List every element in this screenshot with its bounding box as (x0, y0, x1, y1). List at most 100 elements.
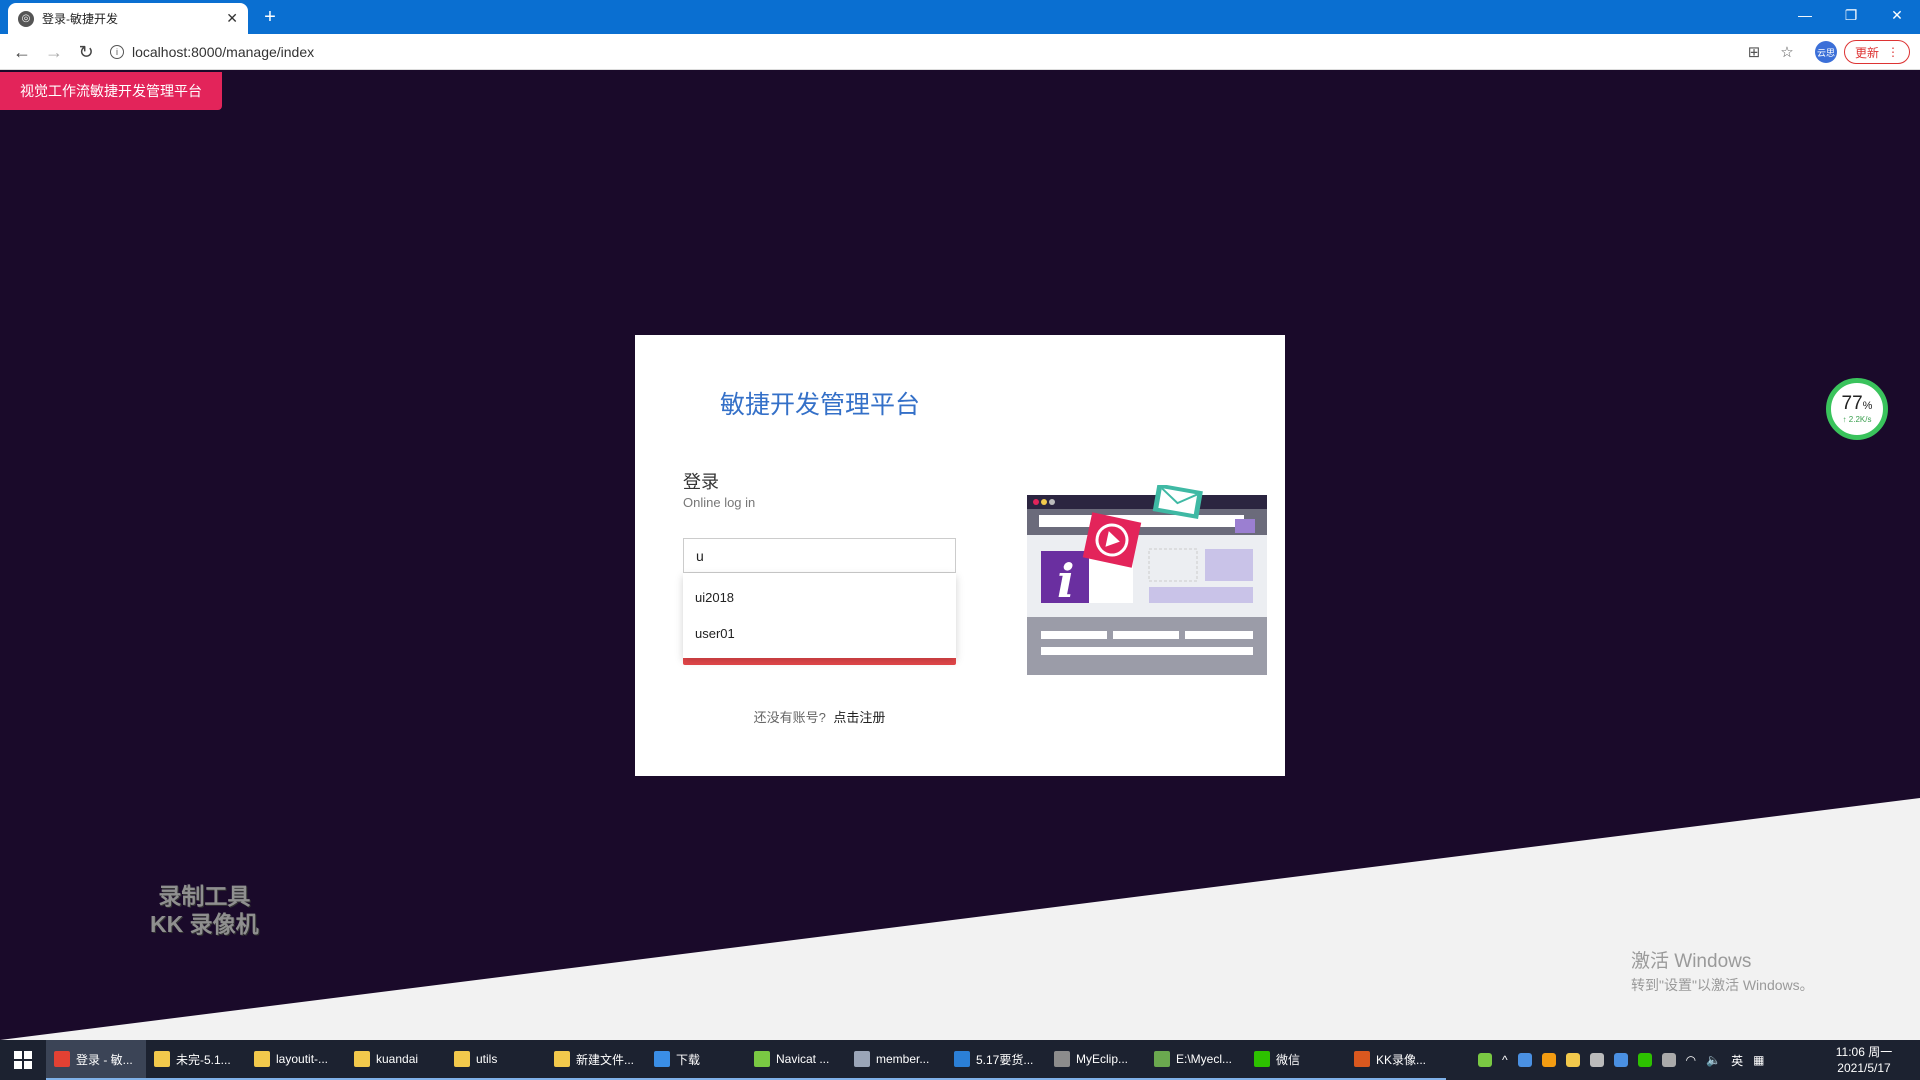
taskbar-item[interactable]: 5.17要货... (946, 1040, 1046, 1080)
taskbar-item[interactable]: Navicat ... (746, 1040, 846, 1080)
minimize-icon[interactable]: — (1782, 0, 1828, 30)
clock-time: 11:06 周一 (1835, 1045, 1893, 1059)
taskbar-item-label: 登录 - 敏... (76, 1052, 133, 1067)
app-tray-icon[interactable] (1589, 1053, 1604, 1067)
brand-badge[interactable]: 视觉工作流敏捷开发管理平台 (0, 72, 222, 110)
taskbar-item[interactable]: 未完-5.1... (146, 1040, 246, 1080)
kk-icon (1354, 1051, 1370, 1067)
login-card: 敏捷开发管理平台 登录 Online log in ui2018 user01 … (635, 335, 1285, 776)
network-rate: ↑ 2.2K/s (1842, 415, 1872, 424)
app-tray-icon[interactable] (1565, 1053, 1580, 1067)
taskbar-item[interactable]: layoutit-... (246, 1040, 346, 1080)
watermark-line1: 录制工具 (158, 883, 251, 909)
navicat-icon (754, 1051, 770, 1067)
taskbar-item-label: 微信 (1276, 1052, 1301, 1067)
register-question: 还没有账号? (753, 710, 826, 725)
login-subtitle: Online log in (683, 495, 756, 510)
taskbar-item-label: utils (476, 1052, 498, 1066)
autocomplete-option[interactable]: user01 (683, 615, 956, 651)
download-icon (654, 1051, 670, 1067)
taskbar-item-label: Navicat ... (776, 1052, 830, 1066)
taskbar-item-label: 5.17要货... (976, 1052, 1034, 1067)
eclipse-icon (1054, 1051, 1070, 1067)
activation-title: 激活 Windows (1631, 951, 1752, 972)
restore-icon[interactable]: ❐ (1828, 0, 1874, 30)
taskbar-item[interactable]: MyEclip... (1046, 1040, 1146, 1080)
bookmark-star-icon[interactable]: ☆ (1777, 42, 1797, 62)
reload-icon[interactable]: ↻ (74, 40, 98, 64)
more-menu-icon: ⋮ (1887, 45, 1899, 59)
taskbar-item[interactable]: 下载 (646, 1040, 746, 1080)
wifi-icon[interactable]: ◠ (1686, 1053, 1696, 1067)
windows-activation-notice: 激活 Windows 转到"设置"以激活 Windows。 (1631, 946, 1814, 995)
login-title: 登录 (683, 472, 719, 492)
info-icon[interactable]: i (110, 45, 124, 59)
battery-icon[interactable] (1478, 1053, 1492, 1067)
chevron-up-icon[interactable]: ^ (1502, 1053, 1508, 1067)
app-tray-icon[interactable] (1613, 1053, 1628, 1067)
taskbar-item[interactable]: utils (446, 1040, 546, 1080)
windows-logo-icon (14, 1051, 32, 1069)
profile-avatar[interactable]: 云思 (1815, 41, 1837, 63)
svg-text:i: i (1057, 554, 1074, 608)
taskbar-item-label: 下载 (676, 1052, 701, 1067)
browser-tab-bar: ◎ 登录-敏捷开发 ✕ + — ❐ ✕ (0, 0, 1920, 34)
update-button[interactable]: 更新 ⋮ (1844, 40, 1910, 64)
vs-icon (954, 1051, 970, 1067)
url-field[interactable]: i localhost:8000/manage/index (110, 38, 1750, 66)
keyboard-icon[interactable]: ▦ (1753, 1053, 1764, 1067)
network-speed-widget[interactable]: 77% ↑ 2.2K/s (1826, 378, 1888, 440)
taskbar-item[interactable]: 登录 - 敏... (46, 1040, 146, 1080)
register-link[interactable]: 点击注册 (833, 710, 885, 725)
tab-login[interactable]: ◎ 登录-敏捷开发 ✕ (8, 3, 248, 34)
close-tab-icon[interactable]: ✕ (226, 10, 238, 27)
page-viewport: 视觉工作流敏捷开发管理平台 敏捷开发管理平台 登录 Online log in … (0, 70, 1920, 1040)
ime-indicator[interactable]: 英 (1731, 1052, 1743, 1069)
folder-icon (254, 1051, 270, 1067)
folder-icon (454, 1051, 470, 1067)
register-prompt: 还没有账号? 点击注册 (683, 707, 956, 726)
taskbar-apps: 登录 - 敏... 未完-5.1... layoutit-... kuandai uti… (46, 1040, 1446, 1080)
volume-icon[interactable]: 🔈 (1706, 1053, 1721, 1067)
wechat-tray-icon[interactable] (1637, 1053, 1652, 1067)
taskbar-item[interactable]: member... (846, 1040, 946, 1080)
start-button[interactable] (0, 1040, 46, 1080)
taskbar-item[interactable]: E:\Myecl... (1146, 1040, 1246, 1080)
chat-icon[interactable] (1517, 1053, 1532, 1067)
taskbar-item-label: E:\Myecl... (1176, 1052, 1233, 1066)
activation-hint: 转到"设置"以激活 Windows。 (1631, 977, 1814, 993)
login-illustration: i (1027, 485, 1267, 675)
system-tray: ^ ◠ 🔈 英 ▦ (1478, 1040, 1764, 1080)
file-icon (1154, 1051, 1170, 1067)
taskbar-clock[interactable]: 11:06 周一 2021/5/17 (1824, 1044, 1904, 1076)
app-tray-icon[interactable] (1541, 1053, 1556, 1067)
chrome-icon (54, 1051, 70, 1067)
network-icon[interactable] (1661, 1053, 1676, 1067)
new-tab-button[interactable]: + (258, 5, 282, 29)
taskbar-item-label: kuandai (376, 1052, 419, 1066)
forward-icon[interactable]: → (42, 40, 66, 64)
watermark-line2: KK 录像机 (150, 911, 259, 937)
username-input[interactable] (683, 538, 956, 573)
taskbar-item[interactable]: kuandai (346, 1040, 446, 1080)
taskbar-item[interactable]: KK录像... (1346, 1040, 1446, 1080)
taskbar-item-label: MyEclip... (1076, 1052, 1129, 1066)
taskbar-item[interactable]: 微信 (1246, 1040, 1346, 1080)
platform-heading: 敏捷开发管理平台 (720, 391, 921, 419)
taskbar-item-label: 未完-5.1... (176, 1052, 231, 1067)
table-icon (854, 1051, 870, 1067)
autocomplete-option[interactable]: ui2018 (683, 579, 956, 615)
update-label: 更新 (1854, 45, 1879, 60)
taskbar-item-label: KK录像... (1376, 1052, 1427, 1067)
address-bar: ← → ↻ i localhost:8000/manage/index ⊞ ☆ … (0, 34, 1920, 70)
folder-icon (154, 1051, 170, 1067)
back-icon[interactable]: ← (10, 40, 34, 64)
recorder-watermark: 录制工具 KK 录像机 (150, 882, 259, 938)
taskbar-item[interactable]: 新建文件... (546, 1040, 646, 1080)
wechat-icon (1254, 1051, 1270, 1067)
globe-icon: ◎ (18, 10, 34, 27)
translate-icon[interactable]: ⊞ (1744, 42, 1764, 62)
folder-icon (354, 1051, 370, 1067)
cpu-percent: 77 (1841, 393, 1863, 414)
window-close-icon[interactable]: ✕ (1874, 0, 1920, 30)
